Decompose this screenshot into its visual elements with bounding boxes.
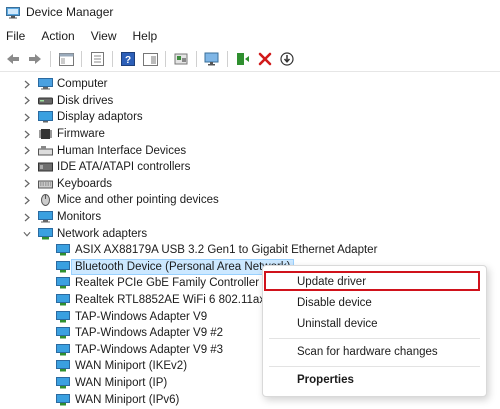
network-device-icon: [56, 343, 70, 356]
uninstall-icon[interactable]: [256, 50, 274, 68]
tree-category-firmware[interactable]: Firmware: [0, 126, 500, 143]
tree-category-network-adapters[interactable]: Network adapters: [0, 225, 500, 242]
chevron-right-icon[interactable]: [23, 179, 31, 188]
toolbar: ?: [0, 47, 500, 72]
tree-device-label: Realtek RTL8852AE WiFi 6 802.11ax PCI: [75, 294, 288, 307]
monitor-icon: [38, 211, 53, 223]
mouse-icon: [38, 194, 53, 207]
back-icon[interactable]: [4, 50, 22, 68]
menu-item-scan-hardware[interactable]: Scan for hardware changes: [297, 346, 438, 358]
tree-category-label: Disk drives: [57, 94, 114, 107]
network-device-icon: [56, 327, 70, 339]
menu-item-uninstall-device[interactable]: Uninstall device: [297, 318, 378, 330]
context-menu: Update driver Disable device Uninstall d…: [262, 265, 487, 397]
toolbar-separator: [50, 51, 51, 67]
scan-hardware-icon[interactable]: [203, 50, 221, 68]
keyboard-icon: [38, 178, 53, 190]
menu-separator: [269, 366, 480, 367]
chevron-right-icon[interactable]: [23, 213, 31, 221]
ide-controller-icon: [38, 161, 53, 173]
menu-view[interactable]: View: [83, 26, 125, 46]
tree-category-label: Keyboards: [57, 177, 112, 190]
chevron-right-icon[interactable]: [23, 96, 31, 105]
tree-device-label: WAN Miniport (IPv6): [75, 393, 180, 406]
toolbar-separator: [81, 51, 82, 67]
tree-device-label: TAP-Windows Adapter V9 #3: [75, 343, 224, 356]
network-device-icon: [56, 260, 70, 273]
tree-category-label: Human Interface Devices: [57, 144, 187, 157]
tree-device-label: Bluetooth Device (Personal Area Network): [70, 258, 295, 275]
chevron-right-icon[interactable]: [23, 130, 31, 139]
window-title: Device Manager: [26, 5, 114, 19]
menu-separator: [269, 338, 480, 339]
firmware-icon: [38, 128, 53, 140]
chevron-right-icon[interactable]: [23, 196, 31, 205]
tree-device-label: TAP-Windows Adapter V9 #2: [75, 327, 224, 340]
tree-category-label: Network adapters: [57, 227, 148, 240]
toolbar-separator: [112, 51, 113, 67]
chevron-down-icon[interactable]: [23, 230, 31, 238]
tree-category-disk-drives[interactable]: Disk drives: [0, 93, 500, 110]
disk-drive-icon: [38, 95, 53, 107]
tree-device-label: WAN Miniport (IP): [75, 376, 168, 389]
enable-device-icon[interactable]: [234, 50, 252, 68]
toolbar-separator: [196, 51, 197, 67]
tree-category-label: Computer: [57, 78, 108, 91]
device-manager-icon: [6, 6, 20, 19]
network-device-icon: [56, 244, 70, 256]
hid-icon: [38, 145, 53, 157]
network-device-icon: [56, 277, 70, 289]
display-adapter-icon: [38, 111, 53, 123]
toolbar-separator: [165, 51, 166, 67]
computer-icon: [38, 78, 53, 90]
network-device-icon: [56, 376, 70, 389]
toolbar-separator: [227, 51, 228, 67]
tree-category-keyboards[interactable]: Keyboards: [0, 176, 500, 193]
tree-device-label: WAN Miniport (IKEv2): [75, 360, 188, 373]
menu-item-properties[interactable]: Properties: [297, 374, 354, 386]
update-driver-icon[interactable]: [172, 50, 190, 68]
tree-category-computer[interactable]: Computer: [0, 76, 500, 93]
properties-icon[interactable]: [88, 50, 106, 68]
title-bar: Device Manager: [0, 0, 500, 24]
tree-category-label: Firmware: [57, 128, 105, 141]
menu-item-disable-device[interactable]: Disable device: [297, 297, 372, 309]
tree-category-display-adaptors[interactable]: Display adaptors: [0, 109, 500, 126]
forward-icon[interactable]: [26, 50, 44, 68]
tree-category-label: Display adaptors: [57, 111, 143, 124]
network-adapter-icon: [38, 227, 53, 240]
menu-item-update-driver[interactable]: Update driver: [297, 276, 366, 288]
network-device-icon: [56, 393, 70, 406]
disable-device-icon[interactable]: [278, 50, 296, 68]
network-device-icon: [56, 360, 70, 372]
show-hide-console-tree-icon[interactable]: [57, 50, 75, 68]
tree-category-mice[interactable]: Mice and other pointing devices: [0, 192, 500, 209]
menu-bar: File Action View Help: [0, 26, 165, 46]
menu-file[interactable]: File: [0, 26, 33, 46]
tree-category-monitors[interactable]: Monitors: [0, 209, 500, 226]
svg-text:?: ?: [125, 55, 131, 66]
chevron-right-icon[interactable]: [23, 163, 31, 172]
tree-device-label: Realtek PCIe GbE Family Controller: [75, 277, 260, 290]
tree-category-hid[interactable]: Human Interface Devices: [0, 142, 500, 159]
network-device-icon: [56, 294, 70, 306]
menu-help[interactable]: Help: [125, 26, 166, 46]
tree-device-item[interactable]: ASIX AX88179A USB 3.2 Gen1 to Gigabit Et…: [0, 242, 500, 259]
tree-device-label: TAP-Windows Adapter V9: [75, 310, 208, 323]
chevron-right-icon[interactable]: [23, 146, 31, 155]
tree-category-label: IDE ATA/ATAPI controllers: [57, 161, 191, 174]
menu-action[interactable]: Action: [33, 26, 82, 46]
chevron-right-icon[interactable]: [23, 113, 31, 122]
chevron-right-icon[interactable]: [23, 80, 31, 89]
tree-category-ide-controllers[interactable]: IDE ATA/ATAPI controllers: [0, 159, 500, 176]
tree-category-label: Mice and other pointing devices: [57, 194, 219, 207]
device-manager-window: Device Manager File Action View Help ? C…: [0, 0, 500, 409]
tree-category-label: Monitors: [57, 211, 102, 224]
network-device-icon: [56, 310, 70, 323]
show-pane-icon[interactable]: [141, 50, 159, 68]
tree-device-label: ASIX AX88179A USB 3.2 Gen1 to Gigabit Et…: [75, 244, 378, 257]
help-icon[interactable]: ?: [119, 50, 137, 68]
